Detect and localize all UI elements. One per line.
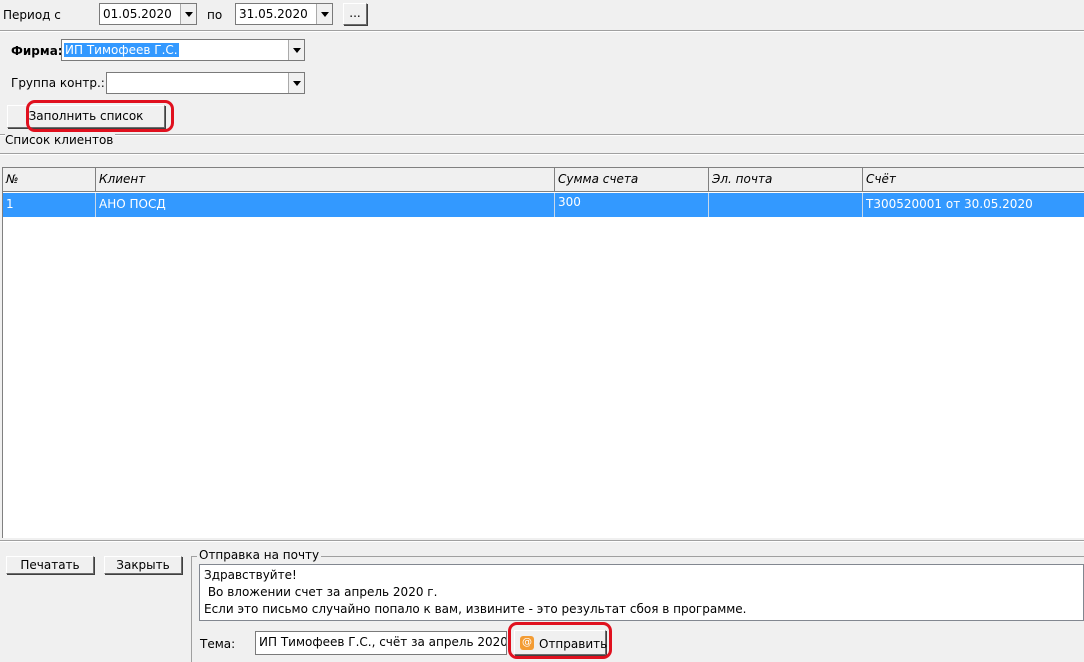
- date-from-picker[interactable]: 01.05.2020: [99, 3, 197, 25]
- table-row[interactable]: 1 АНО ПОСД 300 Т300520001 от 30.05.2020: [3, 193, 1084, 217]
- cell-num: 1: [3, 193, 96, 217]
- email-body-textarea[interactable]: Здравствуйте! Во вложении счет за апрель…: [199, 564, 1084, 621]
- send-button-label: Отправить: [539, 637, 608, 651]
- cell-email: [709, 193, 863, 217]
- period-to-label: по: [207, 8, 223, 22]
- column-header-email[interactable]: Эл. почта: [709, 168, 863, 192]
- chevron-down-icon[interactable]: [316, 4, 332, 24]
- firm-label: Фирма:: [11, 44, 63, 58]
- firm-select[interactable]: ИП Тимофеев Г.С.: [61, 39, 305, 61]
- column-header-num[interactable]: №: [3, 168, 96, 192]
- divider: [0, 540, 1084, 542]
- firm-value: ИП Тимофеев Г.С.: [64, 43, 179, 57]
- cell-sum: 300: [555, 193, 709, 217]
- cell-invoice: Т300520001 от 30.05.2020: [866, 197, 1033, 211]
- clients-section-title: Список клиентов: [5, 133, 116, 147]
- date-to-picker[interactable]: 31.05.2020: [235, 3, 333, 25]
- column-header-invoice[interactable]: Счёт: [863, 168, 1084, 192]
- cell-client: АНО ПОСД: [96, 193, 555, 217]
- send-button[interactable]: @ Отправить: [514, 630, 608, 655]
- email-panel-title: Отправка на почту: [197, 548, 322, 562]
- group-label: Группа контр.:: [11, 76, 105, 90]
- chevron-down-icon[interactable]: [288, 73, 304, 93]
- clients-table[interactable]: № Клиент Сумма счета Эл. почта Счёт 1 АН…: [2, 167, 1084, 538]
- email-body-line: Здравствуйте!: [204, 568, 297, 582]
- subject-input[interactable]: ИП Тимофеев Г.С., счёт за апрель 2020 г.: [255, 631, 507, 655]
- table-header: № Клиент Сумма счета Эл. почта Счёт: [3, 168, 1084, 192]
- fill-list-button[interactable]: Заполнить список: [7, 105, 165, 128]
- at-mail-icon: @: [520, 636, 534, 650]
- divider: [0, 30, 1084, 32]
- group-select[interactable]: [106, 72, 305, 94]
- column-header-sum[interactable]: Сумма счета: [555, 168, 709, 192]
- close-button[interactable]: Закрыть: [104, 556, 182, 574]
- chevron-down-icon[interactable]: [288, 40, 304, 60]
- subject-label: Тема:: [200, 637, 236, 651]
- email-body-line: Если это письмо случайно попало к вам, и…: [204, 602, 747, 616]
- date-from-value: 01.05.2020: [103, 7, 172, 21]
- chevron-down-icon[interactable]: [180, 4, 196, 24]
- divider: [0, 153, 1084, 155]
- email-body-line: Во вложении счет за апрель 2020 г.: [204, 585, 438, 599]
- date-to-value: 31.05.2020: [239, 7, 308, 21]
- divider: [0, 134, 1084, 136]
- print-button[interactable]: Печатать: [6, 556, 94, 574]
- period-select-button[interactable]: ...: [343, 3, 367, 25]
- period-from-label: Период с: [3, 8, 61, 22]
- column-header-client[interactable]: Клиент: [96, 168, 555, 192]
